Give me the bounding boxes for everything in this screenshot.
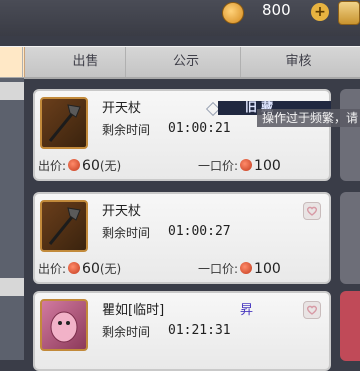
buyout-label: 一口价:: [198, 262, 239, 276]
sidebar-item[interactable]: [0, 82, 24, 100]
tab-public[interactable]: 公示: [125, 47, 246, 77]
buyout-value: 100: [254, 261, 281, 277]
item-name: 开天杖: [102, 204, 142, 219]
gold-amount: 800: [262, 1, 291, 19]
buyout-value: 100: [254, 158, 281, 174]
bid-label: 出价:: [38, 159, 67, 173]
top-bar: 800 +: [0, 0, 360, 36]
tab-audit[interactable]: 审核: [240, 47, 356, 77]
sidebar-item[interactable]: [0, 278, 24, 296]
bid-price: 出价: 60(无): [38, 157, 121, 174]
bid-value: 60: [82, 158, 100, 174]
listing-card[interactable]: 开天杖 旧 藏 剩余时间 01:00:21 出价: 60(无) 一口价: 100: [33, 89, 331, 181]
bid-value: 60: [82, 261, 100, 277]
left-sidebar: [0, 78, 24, 360]
tab-bar: 出售 公示 审核: [0, 46, 360, 79]
gold-coin-icon: [222, 2, 244, 24]
staff-icon: [40, 200, 88, 252]
time-label: 剩余时间: [102, 226, 151, 240]
buyout-label: 一口价:: [198, 159, 239, 173]
adjacent-card-peek[interactable]: [340, 291, 360, 361]
adjacent-card-peek[interactable]: [340, 89, 360, 181]
coin-icon: [240, 159, 253, 171]
item-name: 瞿如[临时]: [102, 303, 165, 318]
notice-toast: 操作过于频繁，请: [257, 109, 360, 127]
bid-price: 出价: 60(无): [38, 260, 121, 277]
chest-icon[interactable]: [338, 1, 360, 25]
bid-label: 出价:: [38, 262, 67, 276]
pet-icon: [40, 299, 88, 351]
favorite-heart-icon[interactable]: [303, 202, 321, 220]
item-name: 开天杖: [102, 101, 142, 116]
bid-note: (无): [99, 262, 122, 276]
listing-card[interactable]: 开天杖 剩余时间 01:00:27 出价: 60(无) 一口价: 100: [33, 192, 331, 284]
buyout-price: 一口价: 100: [198, 260, 281, 277]
bid-note: (无): [99, 159, 122, 173]
buyout-price: 一口价: 100: [198, 157, 281, 174]
adjacent-card-peek[interactable]: [340, 192, 360, 284]
time-label: 剩余时间: [102, 123, 151, 137]
time-remaining: 01:00:21: [168, 121, 231, 136]
coin-icon: [240, 262, 253, 274]
add-currency-button[interactable]: +: [311, 3, 329, 21]
listing-card[interactable]: 瞿如[临时] 昇 剩余时间 01:21:31: [33, 291, 331, 371]
time-remaining: 01:21:31: [168, 323, 231, 338]
favorite-heart-icon[interactable]: [303, 301, 321, 319]
time-remaining: 01:00:27: [168, 224, 231, 239]
time-label: 剩余时间: [102, 325, 151, 339]
coin-icon: [68, 159, 81, 171]
staff-icon: [40, 97, 88, 149]
item-tag: 昇: [240, 303, 254, 318]
coin-icon: [68, 262, 81, 274]
